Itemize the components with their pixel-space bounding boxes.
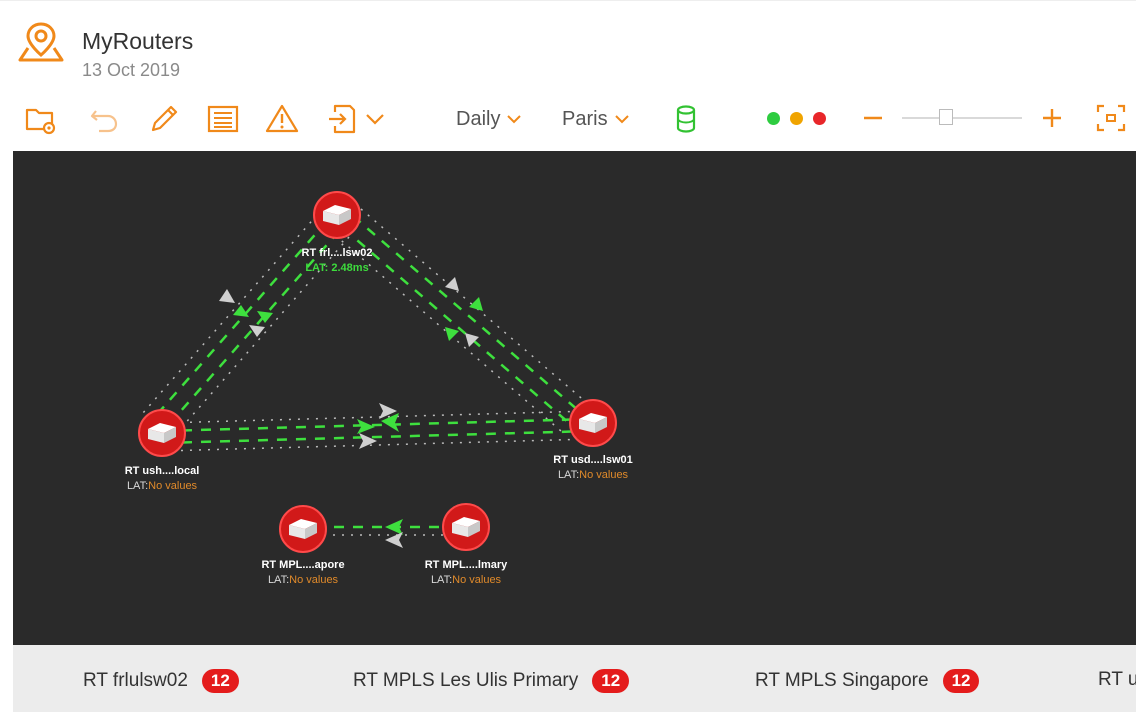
router-alert-bar: RT frlulsw02 12 RT MPLS Les Ulis Primary… xyxy=(13,645,1136,712)
link-ush-usd[interactable] xyxy=(162,403,592,452)
zoom-slider-track[interactable] xyxy=(902,117,1022,119)
period-label: Daily xyxy=(456,107,501,130)
list-icon[interactable] xyxy=(205,101,241,137)
folder-settings-icon[interactable] xyxy=(22,101,58,137)
node-latency: LAT:No values xyxy=(126,480,198,492)
footer-item[interactable]: RT MPLS Singapore 12 xyxy=(755,669,980,693)
chevron-down-icon xyxy=(507,115,522,124)
footer-item-label: RT frlulsw02 xyxy=(83,670,188,691)
warning-icon[interactable] xyxy=(264,101,300,137)
status-dot-orange[interactable] xyxy=(790,112,803,125)
app-header: MyRouters 13 Oct 2019 Daily Paris xyxy=(0,0,1136,151)
zoom-slider-handle[interactable] xyxy=(939,109,953,125)
node-label: RT ush....local xyxy=(124,465,200,477)
zoom-in-icon[interactable] xyxy=(1037,101,1067,135)
app-date: 13 Oct 2019 xyxy=(82,60,181,80)
chevron-down-icon xyxy=(614,115,629,124)
location-label: Paris xyxy=(562,107,608,130)
app-title: MyRouters xyxy=(82,28,194,54)
node-label: RT MPL....lmary xyxy=(424,559,508,571)
footer-item[interactable]: RT u xyxy=(1098,669,1136,691)
link-frl-usd[interactable] xyxy=(334,208,588,432)
footer-item[interactable]: RT frlulsw02 12 xyxy=(83,669,239,693)
link-mpl-mpl[interactable] xyxy=(315,519,453,548)
database-icon[interactable] xyxy=(668,101,704,137)
export-icon[interactable] xyxy=(325,101,361,137)
location-dropdown[interactable]: Paris xyxy=(562,104,630,134)
node-label: RT MPL....apore xyxy=(261,559,345,571)
router-node-ush[interactable] xyxy=(138,409,186,457)
router-node-frl[interactable] xyxy=(313,191,361,239)
network-map[interactable]: RT frl....lsw02 LAT: 2.48ms RT ush....lo… xyxy=(13,151,1136,645)
chevron-down-icon[interactable] xyxy=(362,101,388,137)
pencil-icon[interactable] xyxy=(146,101,182,137)
footer-item[interactable]: RT MPLS Les Ulis Primary 12 xyxy=(353,669,630,693)
node-latency: LAT:No values xyxy=(430,574,502,586)
node-label: RT usd....lsw01 xyxy=(553,454,633,466)
zoom-out-icon[interactable] xyxy=(858,101,888,135)
footer-item-label: RT MPLS Singapore xyxy=(755,670,929,691)
status-dot-red[interactable] xyxy=(813,112,826,125)
router-node-usd[interactable] xyxy=(569,399,617,447)
status-dot-green[interactable] xyxy=(767,112,780,125)
node-latency: LAT:No values xyxy=(557,469,629,481)
node-latency: LAT: 2.48ms xyxy=(305,262,369,274)
fit-screen-icon[interactable] xyxy=(1094,101,1128,135)
location-pin-icon xyxy=(16,21,66,63)
footer-item-label: RT u xyxy=(1098,669,1136,690)
alert-count-badge: 12 xyxy=(942,669,980,693)
node-latency: LAT:No values xyxy=(267,574,339,586)
undo-icon[interactable] xyxy=(86,101,122,137)
period-dropdown[interactable]: Daily xyxy=(456,104,522,134)
alert-count-badge: 12 xyxy=(201,669,239,693)
alert-count-badge: 12 xyxy=(592,669,630,693)
node-label: RT frl....lsw02 xyxy=(301,247,373,259)
footer-item-label: RT MPLS Les Ulis Primary xyxy=(353,670,579,691)
router-node-mpl-primary[interactable] xyxy=(442,503,490,551)
network-map-canvas xyxy=(138,191,617,553)
router-node-mpl-singapore[interactable] xyxy=(279,505,327,553)
